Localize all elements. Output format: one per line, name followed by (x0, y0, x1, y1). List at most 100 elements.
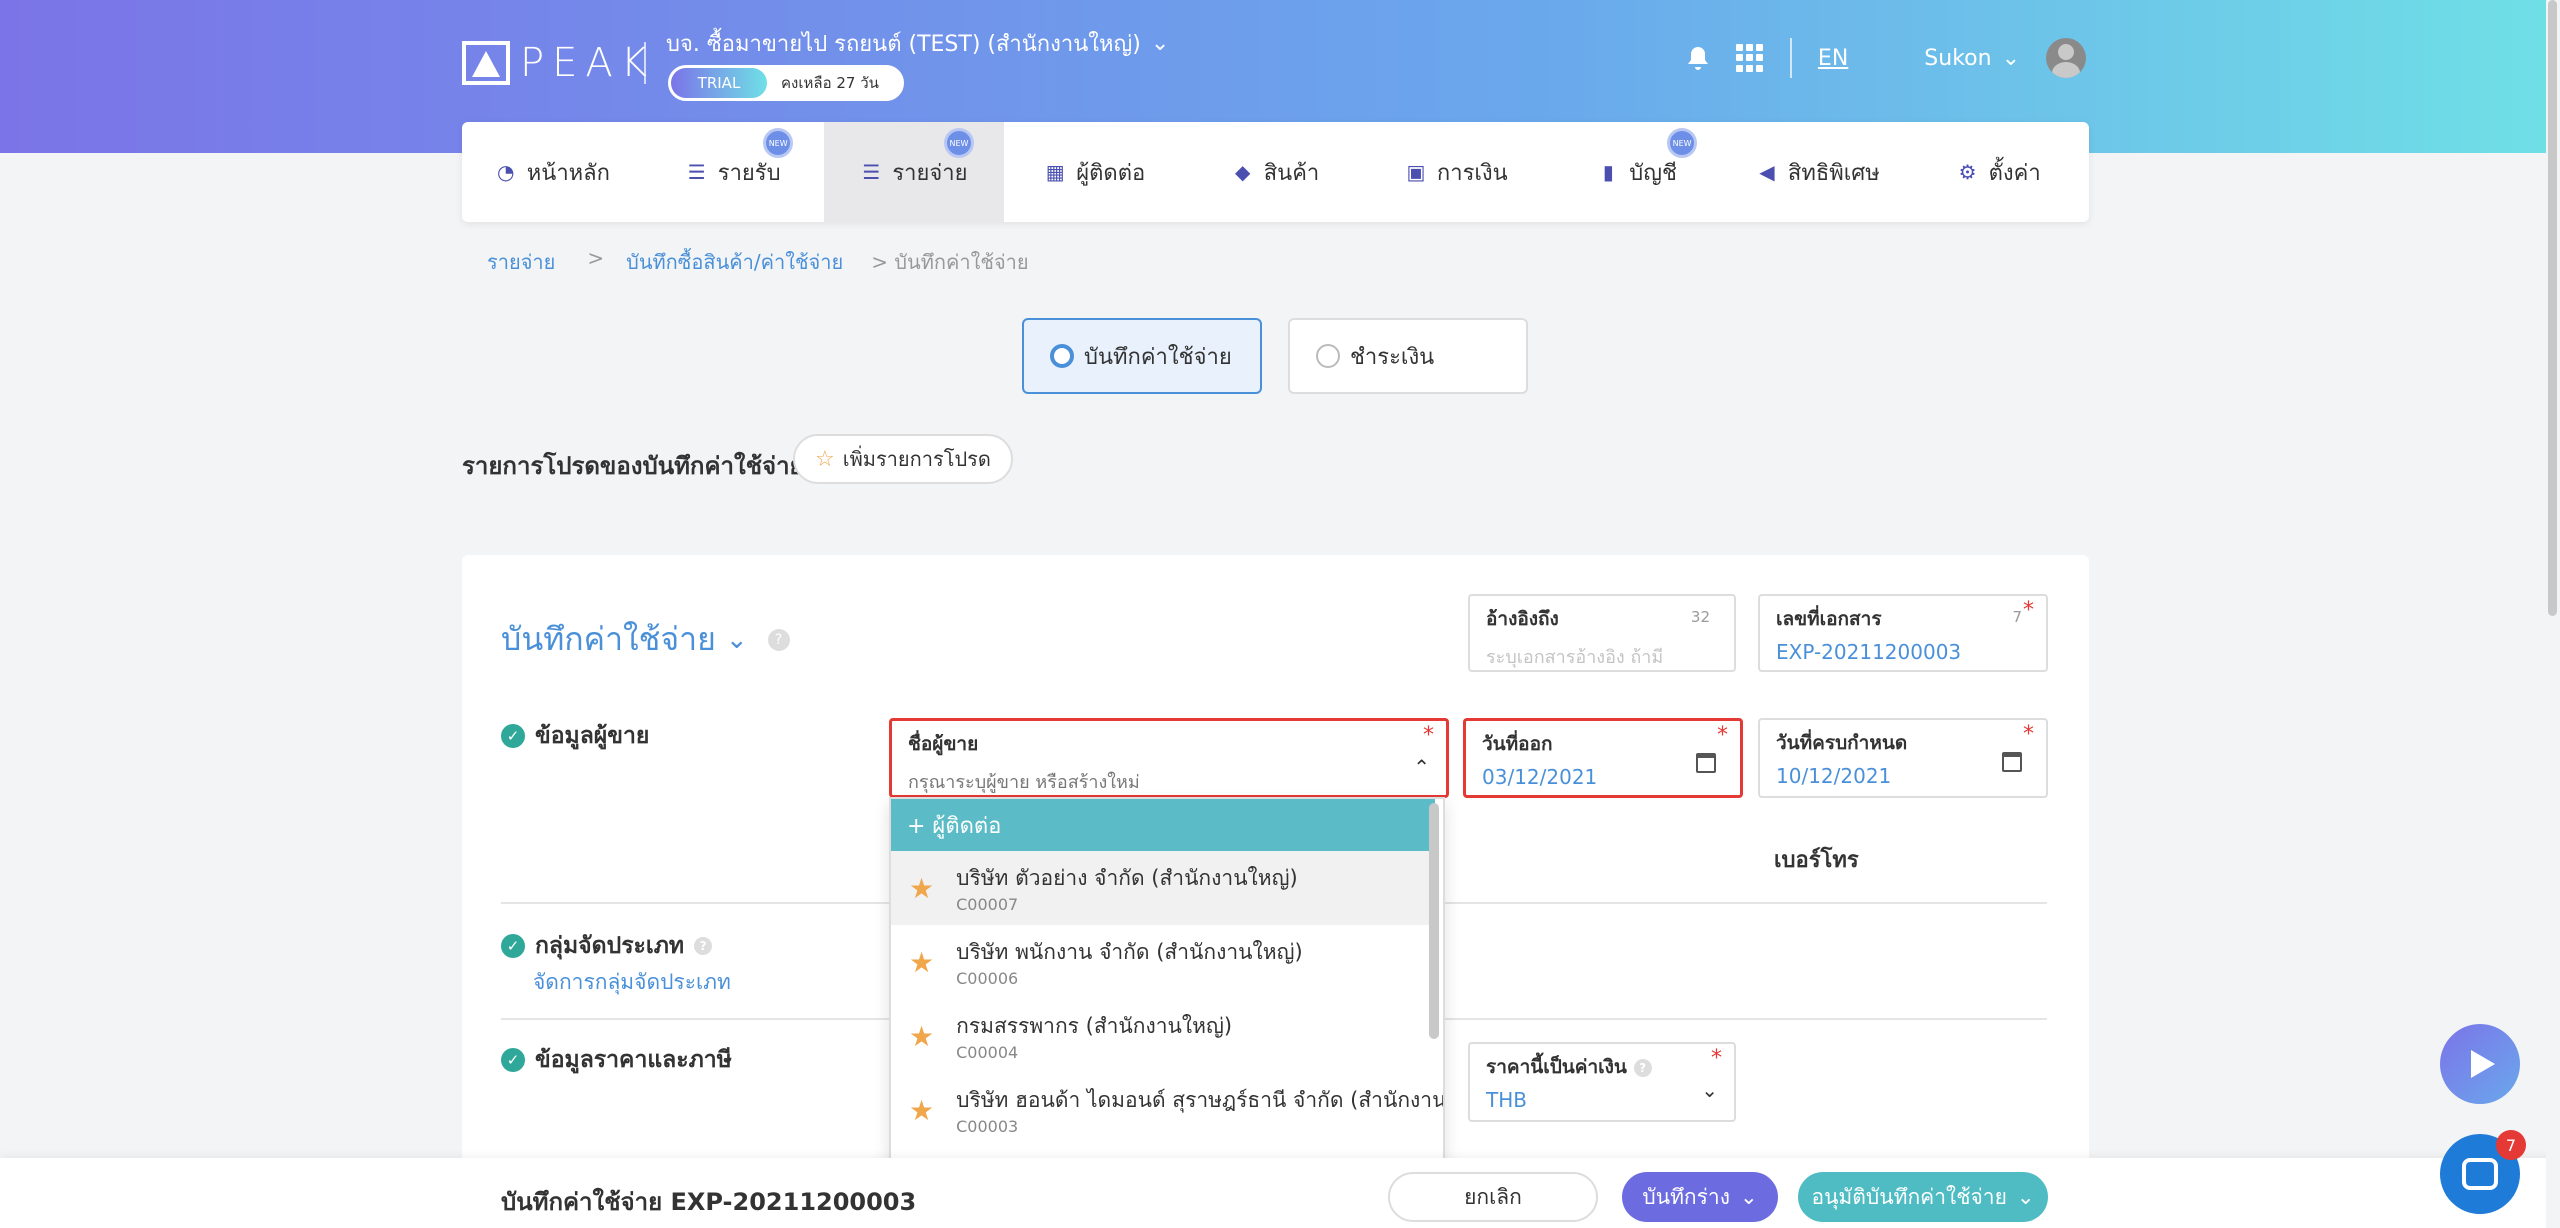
header-actions: EN Sukon ⌄ (1686, 38, 2086, 78)
nav-item-3[interactable]: ▦ ผู้ติดต่อ (1004, 122, 1185, 222)
apps-grid-icon[interactable] (1735, 44, 1764, 72)
chevron-down-icon: ⌄ (2016, 1185, 2035, 1209)
mode-option-expense[interactable]: บันทึกค่าใช้จ่าย (1022, 318, 1262, 394)
nav-item-1[interactable]: ☰ รายรับ NEW (643, 122, 824, 222)
cancel-button[interactable]: ยกเลิก (1388, 1172, 1598, 1222)
page-scrollbar[interactable] (2546, 0, 2560, 1228)
vendor-name-input[interactable]: กรุณาระบุผู้ขาย หรือสร้างใหม่ (908, 767, 1430, 796)
chevron-down-icon: ⌄ (725, 624, 748, 655)
issue-date-value: 03/12/2021 (1482, 765, 1598, 789)
phone-label: เบอร์โทร (1774, 848, 1859, 873)
required-mark: * (2023, 722, 2034, 747)
new-badge: NEW (763, 128, 794, 158)
due-date-field[interactable]: วันที่ครบกำหนด 10/12/2021 * (1758, 718, 2048, 798)
vendor-section-title: ข้อมูลผู้ขาย (535, 723, 650, 749)
chevron-down-icon[interactable]: ⌄ (2002, 46, 2020, 71)
calendar-icon[interactable] (1696, 753, 1716, 773)
star-icon[interactable]: ★ (909, 1094, 934, 1127)
vendor-name-field[interactable]: ชื่อผู้ขาย กรุณาระบุผู้ขาย หรือสร้างใหม่… (889, 718, 1449, 798)
nav-item-7[interactable]: ◀ สิทธิพิเศษ (1727, 122, 1908, 222)
reference-field[interactable]: อ้างอิงถึง ระบุเอกสารอ้างอิง ถ้ามี 32 (1468, 594, 1736, 672)
peak-logo[interactable]: PEAK (462, 40, 655, 86)
mode-option-expense-label: บันทึกค่าใช้จ่าย (1084, 344, 1232, 370)
currency-select[interactable]: ราคานี้เป็นค่าเงิน ? THB * ⌄ (1468, 1042, 1736, 1122)
vendor-name-label: ชื่อผู้ขาย (908, 733, 979, 755)
company-selector[interactable]: บจ. ซื้อมาขายไป รถยนต์ (TEST) (สำนักงานใ… (666, 26, 1169, 61)
help-icon[interactable]: ? (694, 937, 713, 955)
dropdown-vertical-scrollbar[interactable] (1429, 803, 1439, 1039)
manage-categories-link[interactable]: จัดการกลุ่มจัดประเภท (533, 966, 731, 999)
user-name[interactable]: Sukon (1924, 46, 1991, 71)
required-mark: * (1711, 1046, 1722, 1071)
new-badge: NEW (1667, 128, 1698, 158)
star-icon[interactable]: ★ (909, 946, 934, 979)
vendor-option-code: C00004 (956, 1043, 1019, 1062)
vendor-option-text: บริษัท ฮอนด้า ไดมอนด์ สุราษฎร์ธานี จำกัด… (956, 1084, 1445, 1136)
vendor-option-name: บริษัท ฮอนด้า ไดมอนด์ สุราษฎร์ธานี จำกัด… (956, 1088, 1445, 1112)
page-scrollbar-thumb[interactable] (2548, 0, 2557, 616)
form-title[interactable]: บันทึกค่าใช้จ่าย ⌄ ? (501, 614, 790, 665)
calendar-icon[interactable] (2002, 752, 2022, 772)
issue-date-field[interactable]: วันที่ออก 03/12/2021 * (1463, 718, 1743, 798)
avatar[interactable] (2046, 38, 2086, 78)
nav-item-2[interactable]: ☰ รายจ่าย NEW (823, 122, 1005, 222)
nav-item-6[interactable]: ▮ บัญชี NEW (1547, 122, 1728, 222)
gear-icon: ⚙ (1958, 160, 1977, 184)
nav-item-0[interactable]: ◔ หน้าหลัก (462, 122, 643, 222)
due-date-value: 10/12/2021 (1776, 764, 1892, 788)
star-icon[interactable]: ★ (909, 1020, 934, 1053)
star-outline-icon: ☆ (815, 446, 835, 472)
add-contact-option[interactable]: + ผู้ติดต่อ (891, 799, 1435, 851)
price-section-title: ข้อมูลราคาและภาษี (535, 1047, 732, 1073)
star-icon[interactable]: ★ (909, 872, 934, 905)
radio-icon (1316, 344, 1340, 368)
logo-text: PEAK (520, 40, 655, 86)
dashboard-icon: ◔ (497, 160, 515, 184)
breadcrumb-purchase[interactable]: บันทึกซื้อสินค้า/ค่าใช้จ่าย (626, 246, 843, 278)
reference-label: อ้างอิงถึง (1486, 608, 1559, 630)
form-title-text: บันทึกค่าใช้จ่าย (501, 620, 716, 658)
check-circle-icon: ✓ (501, 1048, 525, 1072)
favorites-title: รายการโปรดของบันทึกค่าใช้จ่าย (462, 452, 804, 480)
vendor-option[interactable]: ★ บริษัท พนักงาน จำกัด (สำนักงานใหญ่) C000… (891, 925, 1435, 999)
help-icon[interactable]: ? (767, 628, 790, 651)
nav-item-label: ผู้ติดต่อ (1076, 160, 1146, 186)
doc-number-field[interactable]: เลขที่เอกสาร EXP-20211200003 7 * (1758, 594, 2048, 672)
language-switch[interactable]: EN (1818, 46, 1848, 71)
logo-mark-icon (462, 41, 510, 85)
add-favorite-button[interactable]: ☆ เพิ่มรายการโปรด (793, 434, 1013, 484)
doc-number-char-count: 7 (2012, 608, 2022, 626)
vendor-option-name: บริษัท ตัวอย่าง จำกัด (สำนักงานใหญ่) (956, 866, 1298, 890)
play-video-button[interactable] (2440, 1024, 2520, 1104)
contacts-icon: ▦ (1045, 160, 1065, 184)
nav-item-label: สิทธิพิเศษ (1787, 160, 1880, 186)
radio-selected-icon (1050, 344, 1074, 368)
megaphone-icon: ◀ (1759, 160, 1775, 184)
chevron-down-icon: ⌄ (1701, 1078, 1718, 1102)
nav-item-4[interactable]: ◆ สินค้า (1185, 122, 1366, 222)
vendor-option[interactable]: ★ บริษัท ตัวอย่าง จำกัด (สำนักงานใหญ่) C00… (891, 851, 1435, 925)
vendor-option-name: กรมสรรพากร (สำนักงานใหญ่) (956, 1014, 1233, 1038)
chat-unread-badge: 7 (2496, 1130, 2526, 1160)
vendor-option-code: C00003 (956, 1117, 1019, 1136)
chat-button[interactable]: 7 (2440, 1130, 2526, 1214)
currency-value: THB (1486, 1088, 1527, 1112)
breadcrumb-expenses[interactable]: รายจ่าย (487, 246, 555, 278)
nav-item-5[interactable]: ▣ การเงิน (1366, 122, 1547, 222)
vendor-option-text: บริษัท พนักงาน จำกัด (สำนักงานใหญ่) C0000… (956, 936, 1303, 988)
category-section-title: กลุ่มจัดประเภท (535, 933, 685, 959)
save-draft-button[interactable]: บันทึกร่าง ⌄ (1622, 1172, 1778, 1222)
check-circle-icon: ✓ (501, 934, 525, 958)
nav-item-label: สินค้า (1263, 160, 1320, 186)
mode-option-payment[interactable]: ชำระเงิน (1288, 318, 1528, 394)
vendor-section-heading: ✓ ข้อมูลผู้ขาย (501, 718, 649, 754)
doc-number-label: เลขที่เอกสาร (1776, 608, 1882, 630)
nav-item-8[interactable]: ⚙ ตั้งค่า (1908, 122, 2089, 222)
chevron-up-icon[interactable]: ⌃ (1413, 755, 1430, 779)
approve-button[interactable]: อนุมัติบันทึกค่าใช้จ่าย ⌄ (1798, 1172, 2048, 1222)
vendor-option[interactable]: ★ บริษัท ฮอนด้า ไดมอนด์ สุราษฎร์ธานี จำกั… (891, 1073, 1443, 1147)
bell-icon[interactable] (1686, 45, 1710, 71)
nav-item-label: รายจ่าย (892, 160, 968, 186)
add-favorite-label: เพิ่มรายการโปรด (842, 447, 991, 471)
vendor-option[interactable]: ★ กรมสรรพากร (สำนักงานใหญ่) C00004 (891, 999, 1435, 1073)
